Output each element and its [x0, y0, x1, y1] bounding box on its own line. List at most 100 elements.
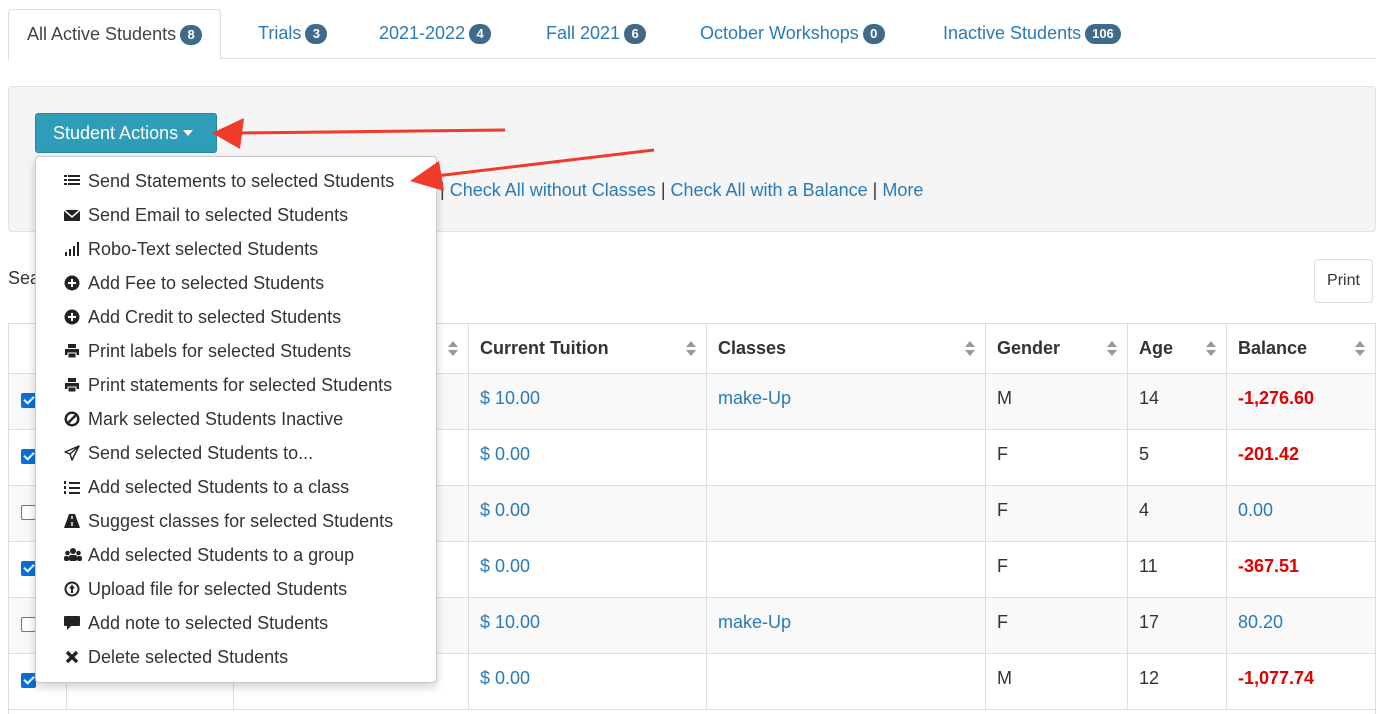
student-actions-menu: Send Statements to selected Students Send…	[35, 156, 437, 683]
age-value: 12	[1139, 668, 1160, 688]
menu-item-label: Send Email to selected Students	[88, 205, 349, 225]
menu-item-label: Robo-Text selected Students	[88, 239, 319, 259]
cell-balance: -201.42	[1226, 430, 1375, 485]
check-all-with-balance-link[interactable]: Check All with a Balance	[671, 180, 868, 200]
cell-balance: -1,276.60	[1226, 374, 1375, 429]
check-links: | Check All without Classes | Check All …	[440, 180, 924, 200]
gender-value: F	[997, 556, 1008, 576]
check-all-without-classes-link[interactable]: Check All without Classes	[450, 180, 656, 200]
menu-item-add-fee-to-selected-students[interactable]: Add Fee to selected Students	[36, 266, 436, 300]
row-checkbox[interactable]	[21, 449, 36, 464]
balance-link[interactable]: -367.51	[1238, 556, 1299, 576]
student-actions-button[interactable]: Student Actions	[35, 113, 217, 153]
menu-item-mark-selected-students-inactive[interactable]: Mark selected Students Inactive	[36, 402, 436, 436]
tab-count-badge: 3	[305, 24, 328, 44]
menu-item-label: Add selected Students to a class	[88, 477, 350, 497]
cell-classes: make-Up	[706, 374, 985, 429]
cell-tuition: $ 0.00	[468, 654, 706, 709]
more-link[interactable]: More	[882, 180, 923, 200]
cell-age: 4	[1127, 486, 1226, 541]
cell-balance: -367.51	[1226, 542, 1375, 597]
cell-classes: make-Up	[706, 598, 985, 653]
printer-icon	[64, 343, 80, 359]
sort-icon	[1206, 341, 1216, 357]
gender-value: M	[997, 388, 1012, 408]
balance-link[interactable]: -1,077.74	[1238, 668, 1314, 688]
balance-link[interactable]: -201.42	[1238, 444, 1299, 464]
tab-october-workshops[interactable]: October Workshops 0	[682, 9, 903, 59]
cell-tuition: $ 0.00	[468, 430, 706, 485]
menu-item-add-credit-to-selected-students[interactable]: Add Credit to selected Students	[36, 300, 436, 334]
age-value: 14	[1139, 388, 1160, 408]
menu-item-delete-selected-students[interactable]: Delete selected Students	[36, 640, 436, 674]
age-value: 11	[1139, 556, 1158, 576]
gender-value: F	[997, 612, 1008, 632]
cell-age: 5	[1127, 430, 1226, 485]
print-button[interactable]: Print	[1314, 259, 1373, 303]
tuition-link[interactable]: $ 0.00	[480, 444, 530, 464]
menu-item-label: Mark selected Students Inactive	[88, 409, 344, 429]
cell-balance: 0.00	[1226, 486, 1375, 541]
row-checkbox[interactable]	[21, 617, 36, 632]
plus-circle-icon	[64, 275, 80, 291]
tuition-link[interactable]: $ 0.00	[480, 668, 530, 688]
menu-item-send-email-to-selected-students[interactable]: Send Email to selected Students	[36, 198, 436, 232]
menu-item-send-selected-students-to[interactable]: Send selected Students to...	[36, 436, 436, 470]
header-gender[interactable]: Gender	[985, 324, 1127, 373]
tuition-link[interactable]: $ 0.00	[480, 556, 530, 576]
balance-link[interactable]: 80.20	[1238, 612, 1283, 632]
row-checkbox[interactable]	[21, 673, 36, 688]
row-checkbox[interactable]	[21, 561, 36, 576]
tab-trials[interactable]: Trials 3	[240, 9, 345, 59]
header-current-tuition[interactable]: Current Tuition	[468, 324, 706, 373]
menu-item-add-note-to-selected-students[interactable]: Add note to selected Students	[36, 606, 436, 640]
paper-plane-icon	[64, 445, 80, 461]
cell-tuition: $ 0.00	[468, 542, 706, 597]
tuition-link[interactable]: $ 10.00	[480, 612, 540, 632]
menu-item-label: Suggest classes for selected Students	[88, 511, 394, 531]
menu-item-add-selected-students-to-a-group[interactable]: Add selected Students to a group	[36, 538, 436, 572]
balance-link[interactable]: 0.00	[1238, 500, 1273, 520]
row-checkbox[interactable]	[21, 505, 36, 520]
gender-value: F	[997, 444, 1008, 464]
header-balance[interactable]: Balance	[1226, 324, 1375, 373]
class-link[interactable]: make-Up	[718, 388, 791, 408]
plus-circle-icon	[64, 309, 80, 325]
menu-item-label: Send selected Students to...	[88, 443, 314, 463]
menu-item-robo-text-selected-students[interactable]: Robo-Text selected Students	[36, 232, 436, 266]
tab-count-badge: 4	[469, 24, 492, 44]
menu-item-print-labels-for-selected-students[interactable]: Print labels for selected Students	[36, 334, 436, 368]
menu-item-suggest-classes-for-selected-students[interactable]: Suggest classes for selected Students	[36, 504, 436, 538]
age-value: 5	[1139, 444, 1150, 464]
tab-inactive-students[interactable]: Inactive Students 106	[925, 9, 1139, 59]
cell-tuition: $ 10.00	[468, 374, 706, 429]
menu-item-print-statements-for-selected-students[interactable]: Print statements for selected Students	[36, 368, 436, 402]
tuition-link[interactable]: $ 10.00	[480, 388, 540, 408]
menu-item-label: Delete selected Students	[88, 647, 289, 667]
menu-item-add-selected-students-to-a-class[interactable]: Add selected Students to a class	[36, 470, 436, 504]
caret-down-icon	[183, 130, 194, 136]
balance-link[interactable]: -1,276.60	[1238, 388, 1314, 408]
tuition-link[interactable]: $ 0.00	[480, 500, 530, 520]
tab-all-active-students[interactable]: All Active Students 8	[8, 9, 222, 60]
cell-classes	[706, 542, 985, 597]
tab-2021-2022[interactable]: 2021-2022 4	[361, 9, 509, 59]
gender-value: M	[997, 668, 1012, 688]
menu-item-label: Upload file for selected Students	[88, 579, 348, 599]
class-link[interactable]: make-Up	[718, 612, 791, 632]
cell-gender: M	[985, 654, 1127, 709]
row-checkbox[interactable]	[21, 393, 36, 408]
header-classes[interactable]: Classes	[706, 324, 985, 373]
header-age[interactable]: Age	[1127, 324, 1226, 373]
tab-count-badge: 8	[180, 25, 203, 45]
menu-item-upload-file-for-selected-students[interactable]: Upload file for selected Students	[36, 572, 436, 606]
cell-balance: -1,077.74	[1226, 654, 1375, 709]
x-icon	[64, 649, 80, 665]
upload-circle-icon	[64, 581, 80, 597]
menu-item-send-statements-to-selected-students[interactable]: Send Statements to selected Students	[36, 164, 436, 198]
ban-icon	[64, 411, 80, 427]
tab-fall-2021[interactable]: Fall 2021 6	[528, 9, 664, 59]
sort-icon	[448, 341, 458, 357]
menu-item-label: Add Fee to selected Students	[88, 273, 325, 293]
cell-gender: F	[985, 542, 1127, 597]
